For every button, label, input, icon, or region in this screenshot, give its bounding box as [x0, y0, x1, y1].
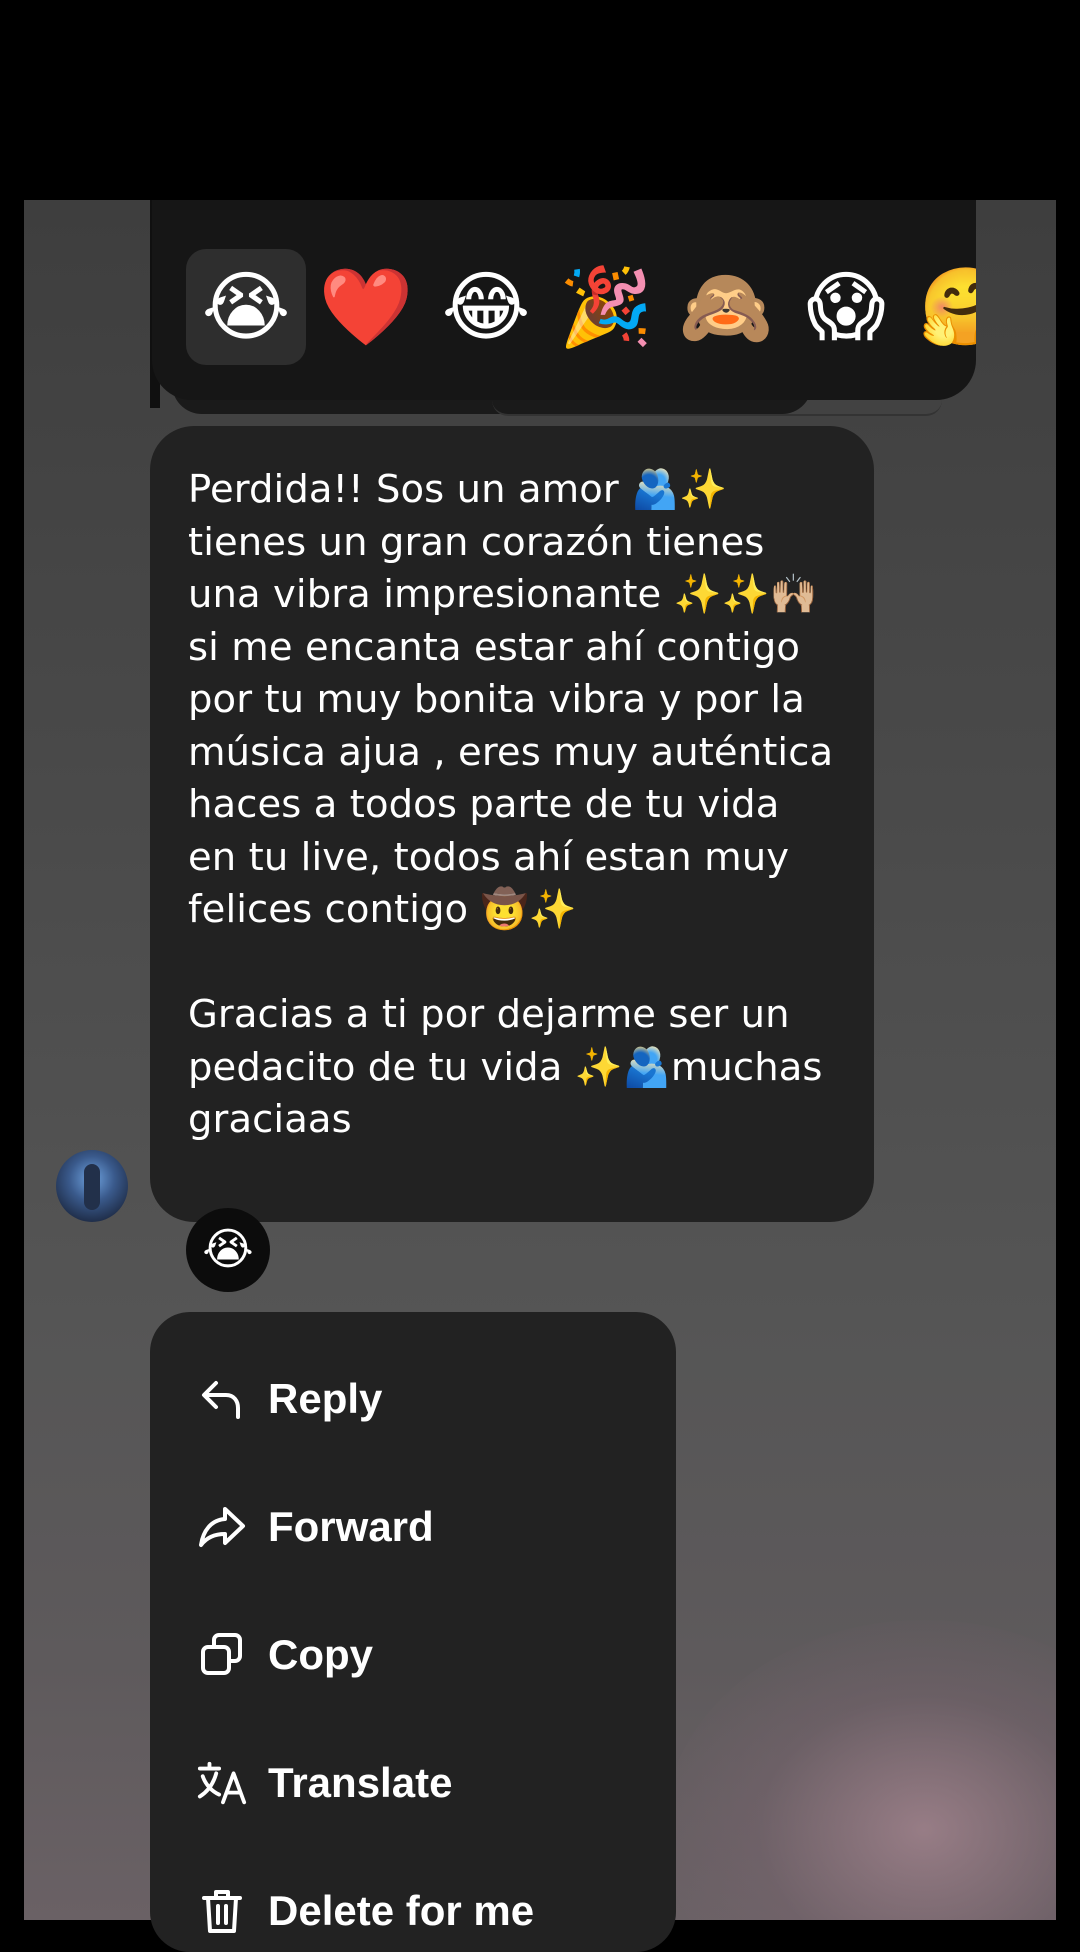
reaction-see-no-evil-monkey[interactable]: 🙈 — [666, 249, 786, 365]
forward-arrow-icon — [196, 1501, 248, 1553]
reaction-tears-of-joy[interactable]: 😂 — [426, 249, 546, 365]
reaction-red-heart[interactable]: ❤️ — [306, 249, 426, 365]
menu-item-copy[interactable]: Copy — [196, 1620, 373, 1690]
reply-arrow-icon — [196, 1373, 248, 1425]
message-text: Perdida!! Sos un amor 🫂✨ tienes un gran … — [188, 467, 834, 1142]
menu-item-reply[interactable]: Reply — [196, 1364, 382, 1434]
menu-label-delete: Delete for me — [268, 1887, 535, 1934]
menu-item-translate[interactable]: Translate — [196, 1748, 452, 1818]
translate-icon — [196, 1757, 248, 1809]
trash-icon — [196, 1885, 248, 1937]
menu-label-forward: Forward — [268, 1503, 434, 1550]
reaction-screaming-face[interactable]: 😱 — [786, 249, 906, 365]
background-glow — [664, 1620, 1056, 1920]
previous-message-outline — [492, 400, 942, 416]
top-blank-area — [0, 0, 1080, 200]
reaction-crying-face[interactable]: 😭 — [186, 249, 306, 365]
reaction-party-popper[interactable]: 🎉 — [546, 249, 666, 365]
copy-icon — [196, 1629, 248, 1681]
reaction-hugging-face[interactable]: 🤗 — [906, 249, 976, 365]
reaction-bar: 😭 ❤️ 😂 🎉 🙈 😱 🤗 — [186, 246, 976, 368]
menu-label-translate: Translate — [268, 1759, 453, 1806]
sender-avatar[interactable] — [56, 1150, 128, 1222]
menu-label-reply: Reply — [268, 1375, 383, 1422]
message-bubble[interactable]: Perdida!! Sos un amor 🫂✨ tienes un gran … — [150, 426, 874, 1222]
menu-item-delete[interactable]: Delete for me — [196, 1876, 534, 1946]
menu-item-forward[interactable]: Forward — [196, 1492, 434, 1562]
menu-label-copy: Copy — [268, 1631, 373, 1678]
message-reaction-badge[interactable]: 😭 — [186, 1208, 270, 1292]
message-context-menu: Reply Forward Copy Translate Delete for … — [150, 1312, 676, 1952]
